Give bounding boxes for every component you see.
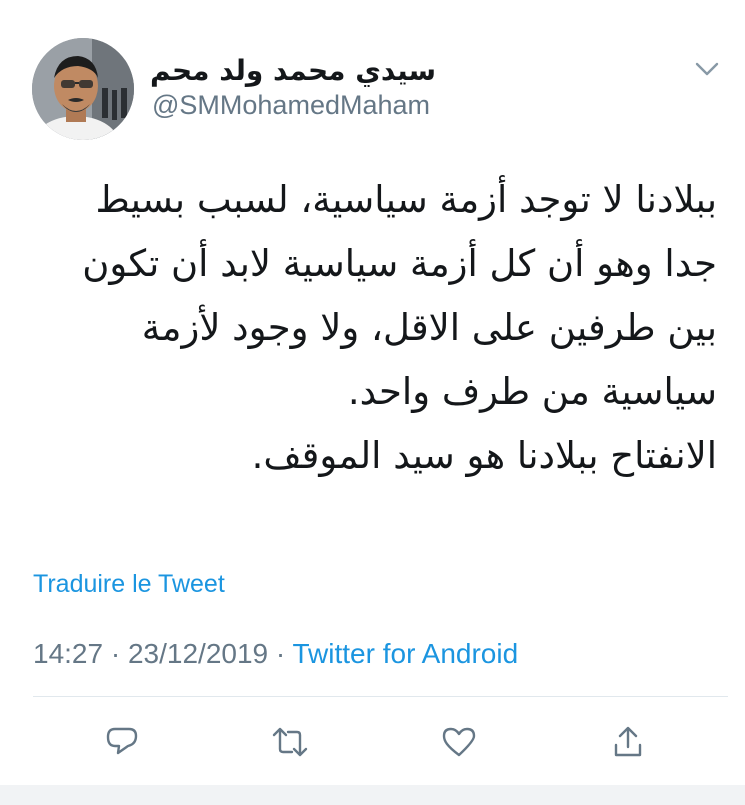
meta-separator: · [275,638,286,669]
tweet-actions [0,720,745,764]
share-button[interactable] [606,720,650,764]
reply-icon [106,727,138,755]
chevron-down-icon [695,62,719,76]
user-handle[interactable]: @SMMohamedMaham [152,88,430,122]
tweet-line: الانفتاح ببلادنا هو سيد الموقف. [251,434,717,477]
tweet-line: جدا وهو أن كل أزمة سياسية لابد أن تكون [82,242,717,285]
translate-tweet-link[interactable]: Traduire le Tweet [33,568,225,600]
meta-separator: · [110,638,121,669]
tweet-meta: 14:27 · 23/12/2019 · Twitter for Android [33,636,518,672]
like-icon [442,727,476,757]
tweet-source-link[interactable]: Twitter for Android [293,638,519,669]
display-name-text: سيدي محمد ولد محم [150,54,437,87]
display-name[interactable]: سيدي محمد ولد محم [150,52,436,90]
profile-photo [32,38,134,140]
tweet-time: 14:27 [33,638,104,669]
tweet-menu-button[interactable] [694,58,720,80]
retweet-icon [272,727,308,757]
avatar[interactable] [32,38,134,140]
tweet-line: ببلادنا لا توجد أزمة سياسية، لسبب بسيط [95,178,717,221]
share-icon [614,726,642,757]
divider [33,696,728,697]
bottom-bar [0,785,745,805]
tweet-date: 23/12/2019 [127,638,269,669]
tweet-line: سياسية من طرف واحد. [347,370,717,413]
reply-button[interactable] [100,720,144,764]
retweet-button[interactable] [268,720,312,764]
tweet-text: ببلادنا لا توجد أزمة سياسية، لسبب بسيط ج… [27,168,717,488]
tweet-line: بين طرفين على الاقل، ولا وجود لأزمة [141,306,717,349]
like-button[interactable] [437,720,481,764]
